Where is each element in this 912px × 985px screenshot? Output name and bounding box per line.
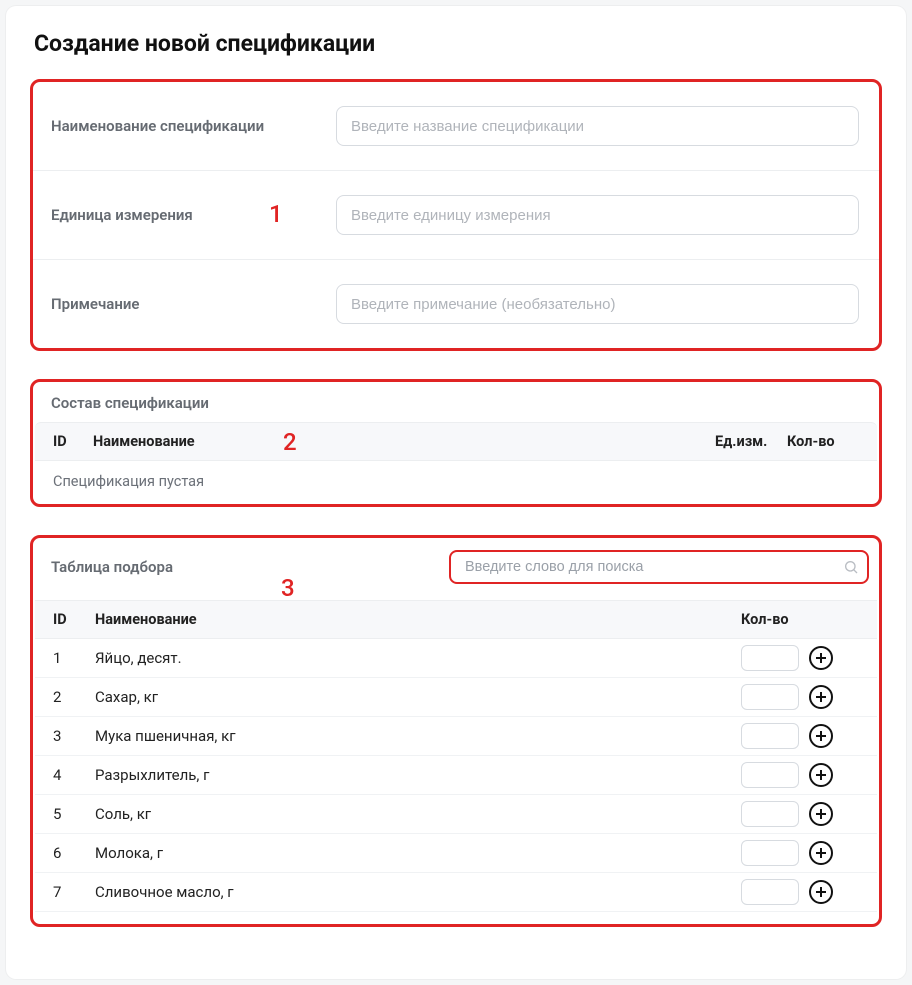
row-qty-cell [741,801,865,827]
table-row: 1Яйцо, десят. [35,639,877,678]
qty-input[interactable] [741,723,799,749]
row-name: Сливочное масло, г [95,883,741,901]
row-name: Мука пшеничная, кг [95,727,741,745]
pick-table-header: ID Наименование Кол-во [35,600,877,639]
add-button[interactable] [809,724,833,748]
add-button[interactable] [809,841,833,865]
spec-name-label: Наименование спецификации [51,117,336,135]
search-wrap [449,550,869,584]
composition-col-id: ID [53,433,93,450]
qty-input[interactable] [741,684,799,710]
row-qty-cell [741,645,865,671]
add-button[interactable] [809,763,833,787]
page-title: Создание новой спецификации [34,30,882,57]
composition-col-qty: Кол-во [787,433,859,450]
spec-name-input[interactable] [336,106,859,146]
composition-col-unit: Ед.изм. [715,433,787,450]
row-qty-cell [741,723,865,749]
row-name: Молока, г [95,844,741,862]
spec-unit-input[interactable] [336,195,859,235]
row-id: 7 [53,883,95,901]
qty-input[interactable] [741,762,799,788]
table-row: 2Сахар, кг [35,678,877,717]
composition-empty-msg: Спецификация пустая [35,461,877,504]
plus-icon [815,652,827,664]
table-row: 3Мука пшеничная, кг [35,717,877,756]
row-name: Сахар, кг [95,688,741,706]
add-button[interactable] [809,880,833,904]
row-id: 1 [53,649,95,667]
row-qty-cell [741,840,865,866]
spec-note-label: Примечание [51,295,336,313]
add-button[interactable] [809,802,833,826]
spec-unit-label: Единица измерения [51,206,336,224]
composition-table-header: ID Наименование Ед.изм. Кол-во [35,422,877,461]
plus-icon [815,847,827,859]
form-row-name: Наименование спецификации [33,82,879,171]
qty-input[interactable] [741,801,799,827]
qty-input[interactable] [741,840,799,866]
row-qty-cell [741,684,865,710]
table-row: 5Соль, кг [35,795,877,834]
form-row-note: Примечание [33,260,879,348]
composition-title: Состав спецификации [35,390,877,422]
composition-section: 2 Состав спецификации ID Наименование Ед… [30,379,882,507]
row-id: 5 [53,805,95,823]
form-row-unit: Единица измерения [33,171,879,260]
row-id: 2 [53,688,95,706]
plus-icon [815,730,827,742]
plus-icon [815,808,827,820]
row-id: 4 [53,766,95,784]
qty-input[interactable] [741,645,799,671]
row-name: Разрыхлитель, г [95,766,741,784]
table-row: 4Разрыхлитель, г [35,756,877,795]
spec-note-input[interactable] [336,284,859,324]
plus-icon [815,769,827,781]
pick-title: Таблица подбора [51,558,173,576]
table-row: 6Молока, г [35,834,877,873]
form-section: 1 Наименование спецификации Единица изме… [30,79,882,351]
search-input[interactable] [451,552,843,582]
row-qty-cell [741,762,865,788]
add-button[interactable] [809,685,833,709]
page-card: Создание новой спецификации 1 Наименован… [6,6,906,979]
search-icon [843,559,859,575]
pick-col-name: Наименование [95,611,741,628]
plus-icon [815,886,827,898]
row-name: Яйцо, десят. [95,649,741,667]
row-name: Соль, кг [95,805,741,823]
add-button[interactable] [809,646,833,670]
composition-col-name: Наименование [93,433,195,450]
row-id: 3 [53,727,95,745]
pick-col-qty: Кол-во [741,611,865,628]
table-row: 7Сливочное масло, г [35,873,877,912]
pick-col-id: ID [53,611,95,628]
plus-icon [815,691,827,703]
row-id: 6 [53,844,95,862]
pick-header-bar: Таблица подбора [35,546,877,600]
pick-section: 3 Таблица подбора ID Наименование Кол-во… [30,535,882,927]
pick-table-body: 1Яйцо, десят.2Сахар, кг3Мука пшеничная, … [35,639,877,912]
